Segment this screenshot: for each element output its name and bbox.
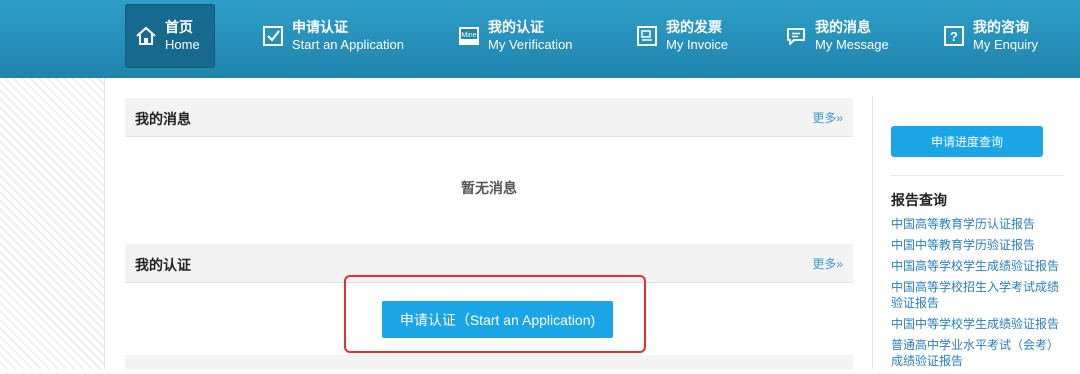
next-panel-header [125,355,853,369]
report-list: 中国高等教育学历认证报告 中国中等教育学历验证报告 中国高等学校学生成绩验证报告… [891,216,1063,374]
report-link[interactable]: 中国中等学校学生成绩验证报告 [891,316,1063,332]
nav-label-cn: 我的咨询 [973,19,1029,35]
sidebar-divider [872,96,873,369]
nav-label-en: My Enquiry [973,37,1039,52]
home-icon [136,26,156,45]
sidebar-separator [891,175,1063,176]
report-link[interactable]: 中国中等教育学历验证报告 [891,237,1063,253]
message-icon [787,28,805,45]
checkbox-icon [263,26,283,46]
nav-item-my-enquiry[interactable]: ? 我的咨询 My Enquiry [933,4,1038,68]
report-link[interactable]: 普通高中学业水平考试（会考）成绩验证报告 [891,337,1063,369]
nav-label-en: My Invoice [666,37,729,52]
messages-more-link[interactable]: 更多» [812,109,843,126]
decorative-stripes [0,78,105,369]
nav-label-en: Home [165,37,200,52]
nav-label-en: Start an Application [292,37,405,52]
nav-label-cn: 我的发票 [666,19,722,35]
nav-label-cn: 申请认证 [292,19,348,35]
svg-text:?: ? [950,29,958,44]
invoice-icon [637,26,657,46]
nav-item-my-verification[interactable]: Mine 我的认证 My Verification [448,4,573,68]
report-link[interactable]: 中国高等教育学历认证报告 [891,216,1063,232]
messages-panel-header: 我的消息 更多» [125,98,853,137]
nav-item-home[interactable]: 首页 Home [125,4,215,68]
nav-label-cn: 我的消息 [815,19,871,35]
nav-label-en: My Message [815,37,889,52]
report-link[interactable]: 中国高等学校学生成绩验证报告 [891,258,1063,274]
verification-more-link[interactable]: 更多» [812,255,843,272]
verification-title: 我的认证 [135,257,191,273]
report-query-title: 报告查询 [891,192,947,208]
question-icon: ? [944,26,964,46]
nav-item-my-invoice[interactable]: 我的发票 My Invoice [626,4,728,68]
nav-label-cn: 首页 [165,19,193,35]
report-link[interactable]: 中国高等学校招生入学考试成绩验证报告 [891,279,1063,311]
progress-query-button[interactable]: 申请进度查询 [891,126,1043,157]
nav-label-cn: 我的认证 [488,19,544,35]
nav-item-start-application[interactable]: 申请认证 Start an Application [252,4,404,68]
messages-title: 我的消息 [135,111,191,127]
top-navigation: 首页 Home 申请认证 Start an Application Mine 我… [0,0,1080,78]
nav-item-my-message[interactable]: 我的消息 My Message [775,4,889,68]
svg-text:Mine: Mine [461,32,476,39]
empty-messages-text: 暂无消息 [461,180,517,196]
highlight-box [344,275,646,353]
nav-label-en: My Verification [488,37,573,52]
mine-icon: Mine [459,27,479,45]
